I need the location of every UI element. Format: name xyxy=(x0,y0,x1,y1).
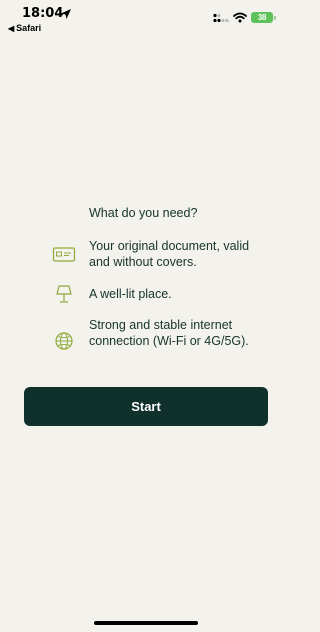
status-time: 18:04 xyxy=(22,6,64,21)
globe-icon xyxy=(55,332,73,350)
cellular-signal-icon xyxy=(213,13,229,23)
battery-level: 38 xyxy=(257,13,267,22)
home-indicator[interactable] xyxy=(94,621,198,625)
id-card-icon xyxy=(52,247,76,262)
back-app-label: Safari xyxy=(16,23,42,33)
start-button-label: Start xyxy=(131,399,161,414)
lamp-icon xyxy=(56,285,72,303)
battery-indicator: 38 xyxy=(251,12,276,23)
requirement-text: Strong and stable internet connection (W… xyxy=(89,318,249,348)
status-bar: 18:04 ◀ Safari 38 xyxy=(0,0,292,38)
page-title: What do you need? xyxy=(89,206,198,220)
back-to-app-link[interactable]: ◀ Safari xyxy=(8,23,41,33)
location-arrow-icon xyxy=(61,9,71,19)
start-button[interactable]: Start xyxy=(24,387,268,426)
requirement-text: A well-lit place. xyxy=(89,287,172,301)
requirement-text: Your original document, valid and withou… xyxy=(89,239,250,269)
wifi-icon xyxy=(233,12,247,23)
back-chevron-icon: ◀ xyxy=(8,24,15,33)
